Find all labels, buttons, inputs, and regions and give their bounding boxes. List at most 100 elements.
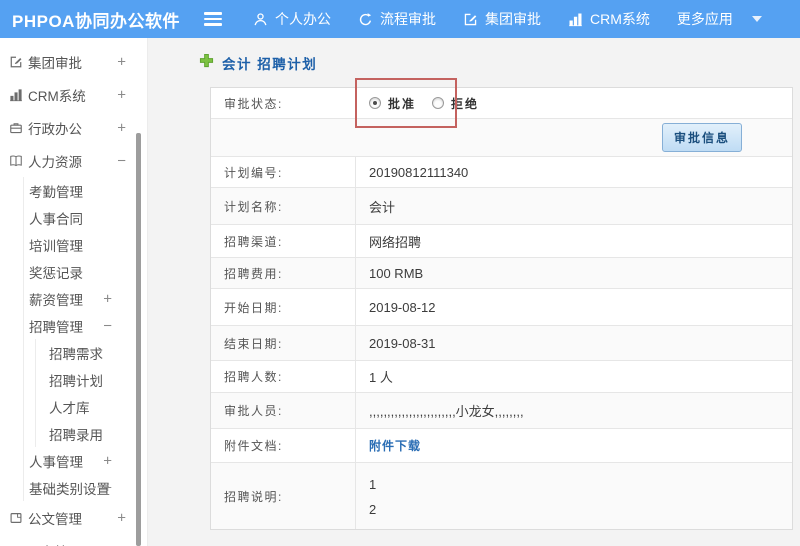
- sidebar-item-admin-office[interactable]: 行政办公 +: [0, 111, 147, 144]
- collapse-minus-icon[interactable]: −: [117, 152, 126, 169]
- sidebar: 集团审批 + CRM系统 + 行政办公 + 人力资源 − 考勤管理 人事合同 培…: [0, 38, 148, 546]
- expand-plus-icon[interactable]: +: [117, 509, 126, 526]
- sidebar-item-hr[interactable]: 人力资源 −: [0, 144, 147, 177]
- nav-group-approval[interactable]: 集团审批: [463, 9, 541, 29]
- expand-plus-icon[interactable]: +: [103, 290, 112, 307]
- nav-process-approval[interactable]: 流程审批: [358, 9, 436, 29]
- sidebar-item-label: 基础类别设置: [29, 481, 110, 497]
- nav-more-apps[interactable]: 更多应用: [677, 9, 762, 29]
- radio-reject[interactable]: 拒绝: [432, 95, 479, 112]
- top-navigation: 个人办公 流程审批 集团审批 CRM系统 更多应用: [253, 9, 762, 29]
- nav-crm-system[interactable]: CRM系统: [568, 9, 650, 29]
- field-label: 招聘说明:: [211, 463, 356, 529]
- sidebar-item-label: 培训管理: [29, 238, 83, 254]
- app-logo: PHPOA协同办公软件: [12, 11, 180, 31]
- sidebar-item-label: 招聘录用: [49, 427, 103, 443]
- nav-label: CRM系统: [590, 11, 650, 27]
- sidebar-item-documents[interactable]: 公文管理 +: [0, 501, 147, 534]
- sidebar-item-recruit-demand[interactable]: 招聘需求: [36, 339, 147, 366]
- book-icon: [9, 154, 23, 168]
- document-icon: [9, 511, 23, 525]
- field-label: 审批人员:: [211, 393, 356, 428]
- topbar: PHPOA协同办公软件 个人办公 流程审批 集团审批 CRM系统 更多应用: [0, 0, 800, 38]
- sidebar-item-label: 行政办公: [28, 121, 82, 137]
- table-row: 附件文档: 附件下载: [211, 429, 792, 463]
- sidebar-item-base-category[interactable]: 基础类别设置 +: [24, 474, 147, 501]
- table-row: 审批人员: ,,,,,,,,,,,,,,,,,,,,,,,,小龙女,,,,,,,…: [211, 393, 792, 429]
- table-row: 审批信息: [211, 119, 792, 157]
- field-value: 2019-08-12: [369, 299, 436, 315]
- bar-chart-icon: [9, 88, 23, 102]
- sidebar-item-label: 薪资管理: [29, 292, 83, 308]
- field-label: 招聘人数:: [211, 361, 356, 392]
- briefcase-icon: [9, 121, 23, 135]
- sidebar-item-hr-contract[interactable]: 人事合同: [24, 204, 147, 231]
- sidebar-item-label: 集团审批: [28, 55, 82, 71]
- field-value: 1 人: [369, 370, 393, 385]
- field-label: 结束日期:: [211, 326, 356, 360]
- nav-label: 流程审批: [380, 11, 436, 27]
- table-row: 计划名称: 会计: [211, 188, 792, 225]
- sidebar-item-recruitment[interactable]: 招聘管理 −: [24, 312, 147, 339]
- sidebar-item-group-approval[interactable]: 集团审批 +: [0, 45, 147, 78]
- field-value: 2019-08-31: [369, 335, 436, 351]
- sidebar-item-salary[interactable]: 薪资管理 +: [24, 285, 147, 312]
- radio-button-icon[interactable]: [369, 97, 381, 109]
- sidebar-item-talent-pool[interactable]: 人才库: [36, 393, 147, 420]
- sidebar-item-label: 人事合同: [29, 211, 83, 227]
- expand-plus-icon[interactable]: +: [117, 119, 126, 136]
- radio-button-icon[interactable]: [432, 97, 445, 109]
- sidebar-item-label: 公文管理: [28, 511, 82, 527]
- phpoa-app-window: PHPOA协同办公软件 个人办公 流程审批 集团审批 CRM系统 更多应用 集团…: [0, 0, 800, 546]
- table-row: 招聘渠道: 网络招聘: [211, 225, 792, 258]
- sidebar-item-personnel[interactable]: 人事管理 +: [24, 447, 147, 474]
- field-value: 会计: [369, 199, 396, 215]
- description-line: 2: [369, 502, 377, 517]
- expand-plus-icon[interactable]: +: [103, 452, 112, 469]
- field-value: 100 RMB: [369, 265, 424, 281]
- sidebar-item-attendance[interactable]: 考勤管理: [24, 177, 147, 204]
- person-icon: [253, 12, 268, 27]
- sidebar-item-training[interactable]: 培训管理: [24, 231, 147, 258]
- expand-plus-icon[interactable]: +: [117, 86, 126, 103]
- sidebar-scrollbar[interactable]: [136, 133, 141, 546]
- radio-approve[interactable]: 批准: [369, 95, 416, 112]
- sidebar-item-rewards[interactable]: 奖惩记录: [24, 258, 147, 285]
- expand-plus-icon[interactable]: +: [103, 479, 112, 496]
- nav-personal-office[interactable]: 个人办公: [253, 9, 331, 29]
- sidebar-item-recruit-plan[interactable]: 招聘计划: [36, 366, 147, 393]
- nav-label: 个人办公: [275, 11, 331, 27]
- nav-label: 集团审批: [485, 11, 541, 27]
- collapse-minus-icon[interactable]: −: [103, 317, 112, 334]
- expand-plus-icon[interactable]: +: [117, 542, 126, 546]
- main-content: 会计 招聘计划 审批状态: 批准 拒绝 审批信息 计划编号: 201908121…: [148, 38, 800, 546]
- hamburger-menu-icon[interactable]: [204, 12, 222, 26]
- table-row: 结束日期: 2019-08-31: [211, 326, 792, 361]
- radio-label: 批准: [388, 96, 417, 111]
- sidebar-item-crm[interactable]: CRM系统 +: [0, 78, 147, 111]
- field-label: 附件文档:: [211, 429, 356, 462]
- sidebar-item-label: 用车管理: [28, 541, 82, 546]
- table-row: 招聘说明: 1 2: [211, 463, 792, 529]
- field-label: 招聘渠道:: [211, 225, 356, 257]
- sidebar-item-vehicles[interactable]: 用车管理 +: [0, 534, 147, 546]
- approval-info-button[interactable]: 审批信息: [661, 123, 742, 152]
- attachment-download-link[interactable]: 附件下载: [369, 437, 421, 454]
- field-label: 计划编号:: [211, 157, 356, 187]
- recruit-plan-detail-table: 审批状态: 批准 拒绝 审批信息 计划编号: 20190812111340 计划…: [210, 87, 793, 530]
- page-title: 会计 招聘计划: [222, 57, 318, 72]
- field-value: 20190812111340: [369, 164, 469, 180]
- green-plus-icon: [199, 53, 214, 73]
- recruitment-submenu: 招聘需求 招聘计划 人才库 招聘录用: [35, 339, 147, 447]
- field-value: ,,,,,,,,,,,,,,,,,,,,,,,,小龙女,,,,,,,,: [369, 404, 524, 419]
- caret-down-icon: [751, 16, 762, 22]
- sidebar-item-label: 招聘计划: [49, 373, 103, 389]
- sidebar-item-recruit-hire[interactable]: 招聘录用: [36, 420, 147, 447]
- sidebar-item-label: 奖惩记录: [29, 265, 83, 281]
- table-row: 开始日期: 2019-08-12: [211, 289, 792, 326]
- field-label: 审批状态:: [211, 88, 356, 118]
- edit-icon: [9, 55, 23, 69]
- field-value: 1 2: [356, 463, 792, 529]
- sidebar-item-label: 人事管理: [29, 454, 83, 470]
- expand-plus-icon[interactable]: +: [117, 53, 126, 70]
